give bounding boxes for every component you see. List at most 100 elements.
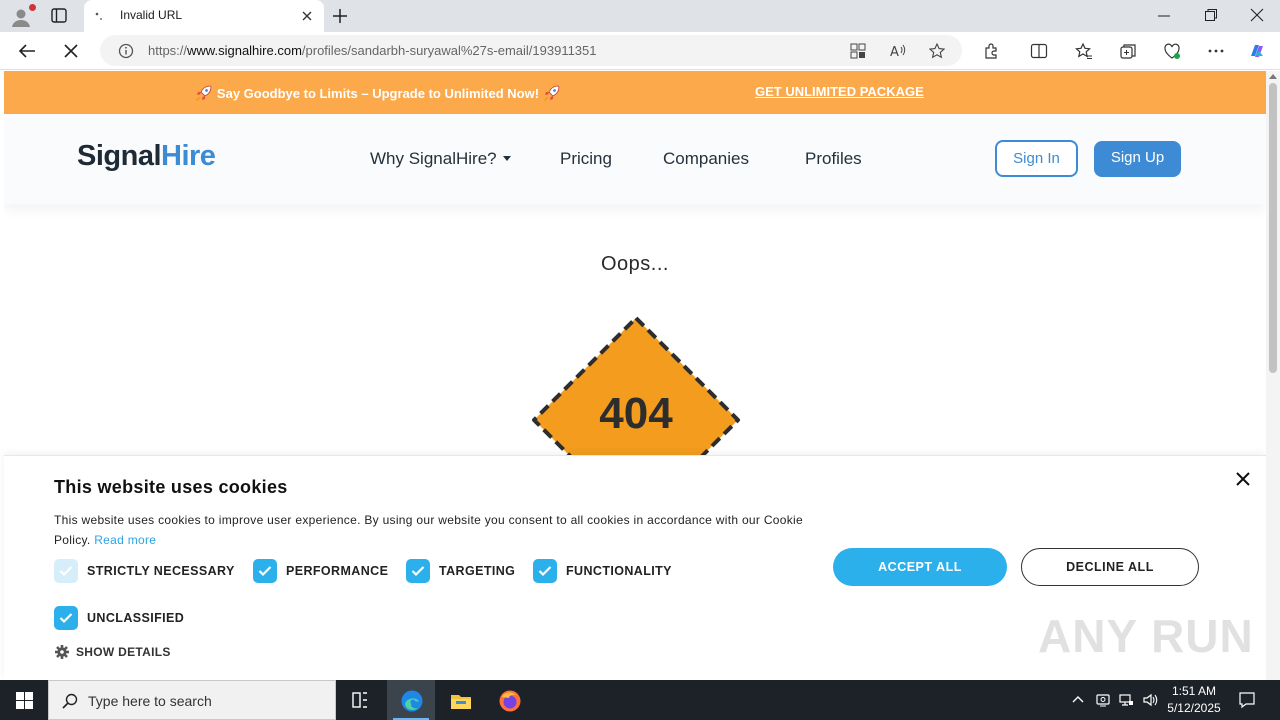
gear-icon (55, 645, 69, 659)
cookie-consent-banner: This website uses cookies This website u… (4, 455, 1266, 680)
url-text: https://www.signalhire.com/profiles/sand… (148, 43, 597, 58)
profile-notification-dot (29, 4, 36, 11)
sign-in-button[interactable]: Sign In (995, 140, 1078, 177)
restore-icon[interactable] (1204, 8, 1218, 22)
page-scrollbar[interactable] (1266, 71, 1280, 680)
cookie-title: This website uses cookies (54, 477, 288, 497)
site-info-icon[interactable] (118, 43, 134, 59)
promo-text: Say Goodbye to Limits – Upgrade to Unlim… (216, 86, 540, 101)
back-arrow-icon[interactable] (18, 42, 36, 60)
promo-banner: Say Goodbye to Limits – Upgrade to Unlim… (4, 71, 1266, 114)
cookie-option-functionality[interactable]: FUNCTIONALITY (533, 559, 683, 583)
show-details-toggle[interactable]: SHOW DETAILS (54, 644, 184, 660)
new-tab-icon[interactable] (332, 8, 348, 24)
strictly-necessary-checkbox (54, 559, 78, 583)
network-icon[interactable] (1118, 692, 1134, 708)
show-hidden-icons-chevron-icon[interactable] (1070, 692, 1086, 708)
clock-date: 5/12/2025 (1167, 701, 1221, 715)
unclassified-checkbox[interactable] (54, 606, 78, 630)
copilot-icon[interactable] (1248, 42, 1266, 60)
tab-active[interactable]: Invalid URL (84, 0, 324, 32)
svg-text:A: A (890, 45, 899, 59)
decline-all-button[interactable]: DECLINE ALL (1021, 548, 1199, 586)
targeting-label: TARGETING (439, 564, 516, 578)
address-bar[interactable]: https://www.signalhire.com/profiles/sand… (100, 35, 962, 66)
get-unlimited-package-link[interactable]: GET UNLIMITED PACKAGE (755, 84, 924, 99)
meet-now-icon[interactable] (1095, 692, 1111, 708)
cookie-option-unclassified[interactable]: UNCLASSIFIED (54, 606, 194, 630)
cookie-close-icon[interactable] (1236, 472, 1250, 486)
taskbar-search-box[interactable]: Type here to search (48, 680, 336, 720)
taskbar-firefox[interactable] (485, 680, 533, 720)
clock-time: 1:51 AM (1171, 684, 1217, 698)
anyrun-watermark: ANY RUN (1038, 610, 1254, 662)
cookie-option-strictly-necessary: STRICTLY NECESSARY (54, 559, 244, 583)
minimize-icon[interactable] (1158, 10, 1170, 22)
rocket-icon (196, 85, 212, 102)
folder-icon (451, 695, 471, 709)
browser-toolbar: https://www.signalhire.com/profiles/sand… (0, 32, 1280, 70)
scroll-thumb[interactable] (1269, 83, 1277, 373)
cookie-description-wrap: This website uses cookies to improve use… (54, 510, 814, 550)
functionality-checkbox[interactable] (533, 559, 557, 583)
cookie-option-performance[interactable]: PERFORMANCE (253, 559, 393, 583)
split-screen-icon[interactable] (1030, 42, 1048, 60)
sign-up-button[interactable]: Sign Up (1094, 141, 1181, 177)
show-details-label: SHOW DETAILS (76, 645, 171, 659)
task-view-button[interactable] (336, 680, 384, 720)
task-view-icon (352, 692, 367, 708)
taskbar-file-explorer[interactable] (436, 680, 484, 720)
more-options-icon[interactable] (1207, 42, 1225, 60)
url-path: /profiles/sandarbh-suryawal%27s-email/19… (301, 43, 597, 58)
targeting-checkbox[interactable] (406, 559, 430, 583)
nav-why-signalhire-label: Why SignalHire? (370, 149, 497, 168)
nav-why-signalhire[interactable]: Why SignalHire? (370, 149, 511, 169)
performance-label: PERFORMANCE (286, 564, 389, 578)
favorite-star-icon[interactable] (929, 43, 945, 59)
tab-actions-icon[interactable] (51, 8, 67, 23)
read-aloud-icon[interactable]: A (890, 43, 906, 59)
accept-all-button[interactable]: ACCEPT ALL (833, 548, 1007, 586)
search-placeholder: Type here to search (88, 693, 212, 709)
tab-title: Invalid URL (120, 8, 183, 22)
error-code: 404 (599, 389, 673, 438)
edge-icon (401, 690, 423, 712)
performance-checkbox[interactable] (253, 559, 277, 583)
taskbar-edge[interactable] (387, 680, 435, 720)
windows-start-icon[interactable] (16, 692, 33, 709)
url-domain: www.signalhire.com (187, 43, 302, 58)
nav-companies[interactable]: Companies (663, 149, 749, 169)
error-heading: Oops... (601, 253, 669, 275)
firefox-icon (499, 690, 521, 712)
windows-taskbar: Type here to search 1:51 AM 5/12/2025 (0, 680, 1280, 720)
promo-text-wrap: Say Goodbye to Limits – Upgrade to Unlim… (4, 84, 752, 102)
browser-essentials-icon[interactable] (1163, 42, 1181, 60)
signalhire-logo[interactable]: SignalHire (77, 140, 216, 173)
cookie-description: This website uses cookies to improve use… (54, 513, 803, 547)
loading-favicon-icon (95, 12, 102, 20)
nav-profiles[interactable]: Profiles (805, 149, 862, 169)
collections-icon[interactable] (1119, 42, 1137, 60)
favorites-icon[interactable] (1075, 42, 1093, 60)
nav-pricing[interactable]: Pricing (560, 149, 612, 169)
scroll-up-arrow-icon[interactable] (1269, 73, 1277, 79)
taskbar-clock[interactable]: 1:51 AM 5/12/2025 (1160, 683, 1228, 717)
cookie-read-more-link[interactable]: Read more (94, 533, 156, 547)
app-available-icon[interactable] (850, 43, 866, 59)
browser-tab-bar: Invalid URL (0, 0, 1280, 32)
extensions-icon[interactable] (982, 42, 1000, 60)
url-scheme: https:// (148, 43, 188, 58)
tab-close-icon[interactable] (300, 9, 314, 23)
rocket-icon (543, 85, 560, 102)
site-header: SignalHire Why SignalHire? Pricing Compa… (4, 114, 1266, 204)
notifications-icon[interactable] (1238, 691, 1256, 709)
window-close-icon[interactable] (1250, 8, 1264, 22)
cookie-option-targeting[interactable]: TARGETING (406, 559, 526, 583)
search-icon (62, 693, 78, 709)
unclassified-label: UNCLASSIFIED (87, 611, 185, 625)
volume-icon[interactable] (1142, 692, 1158, 708)
stop-loading-icon[interactable] (63, 43, 79, 59)
logo-part-signal: Signal (77, 140, 162, 172)
strictly-necessary-label: STRICTLY NECESSARY (87, 564, 235, 578)
functionality-label: FUNCTIONALITY (566, 564, 672, 578)
